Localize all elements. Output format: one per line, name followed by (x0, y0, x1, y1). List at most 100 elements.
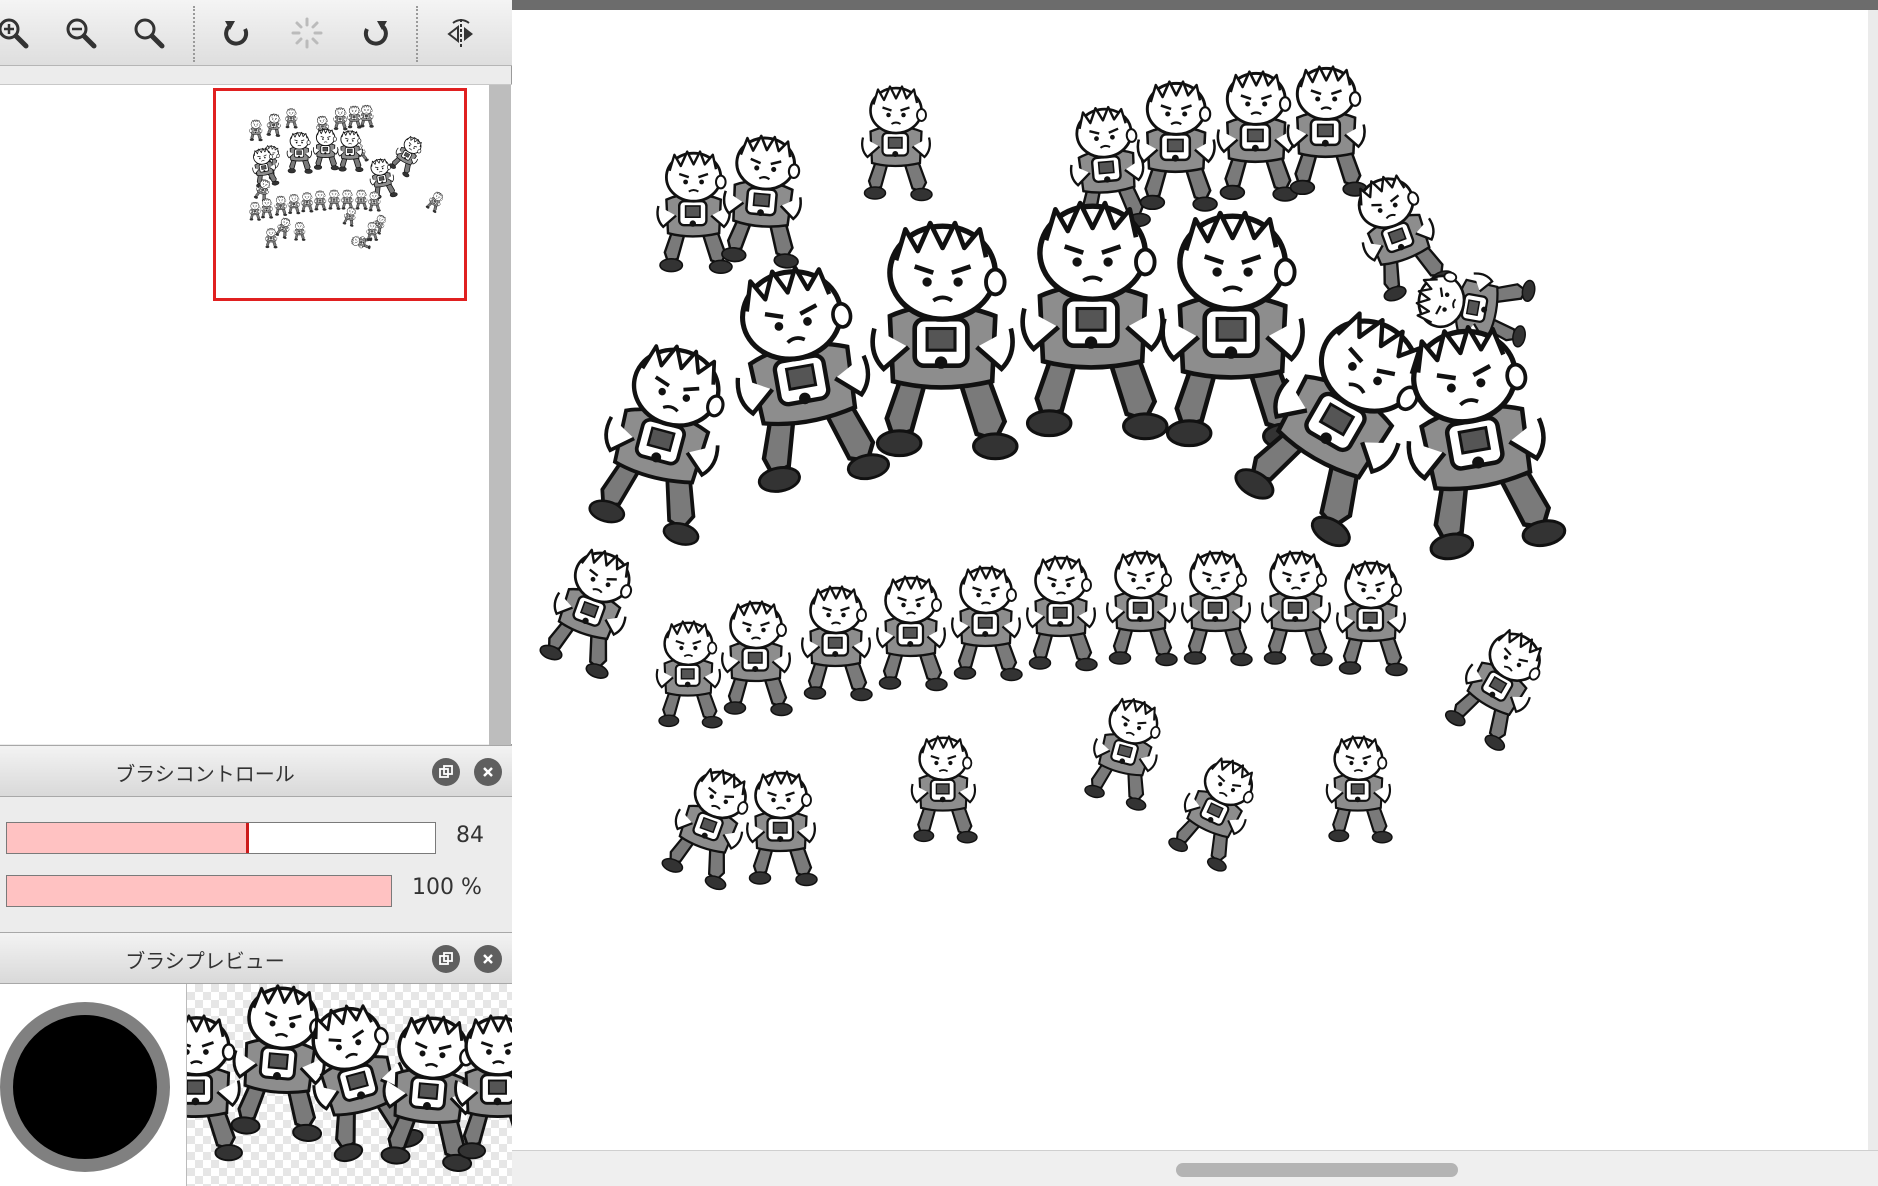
brush-opacity-fill (7, 876, 391, 906)
chibi-figure (1325, 735, 1394, 845)
chibi-figure (274, 216, 294, 240)
chibi-figure (720, 600, 794, 717)
rotate-right-button[interactable] (350, 8, 400, 58)
chibi-figure (1023, 203, 1167, 439)
chibi-figure (355, 189, 368, 210)
chibi-figure (655, 620, 724, 730)
brush-size-value: 84 (456, 823, 484, 848)
chibi-figure (264, 228, 278, 249)
chibi-figure (285, 108, 298, 129)
brush-preview-header: ブラシプレビュー (0, 932, 512, 984)
detach-window-icon (439, 952, 453, 965)
chibi-figure (873, 223, 1017, 459)
brush-tip-preview (0, 1002, 170, 1172)
navigator-view-rectangle[interactable] (213, 88, 467, 301)
chibi-figure (717, 131, 811, 271)
brush-preview-panel (0, 984, 512, 1186)
flip-horizontal-icon (447, 19, 473, 47)
brush-control-title: ブラシコントロール (115, 762, 295, 786)
chibi-figure (327, 189, 341, 210)
chibi-figure (1079, 691, 1173, 814)
brush-stroke-image (187, 984, 512, 1174)
brush-stroke-preview (186, 984, 512, 1186)
zoom-reset-button[interactable] (124, 8, 174, 58)
brush-preview-title: ブラシプレビュー (125, 949, 285, 973)
chibi-figure (386, 132, 428, 179)
brush-opacity-slider[interactable] (6, 875, 392, 907)
chibi-figure (359, 104, 374, 128)
chibi-figure (187, 1014, 244, 1162)
chibi-figure (347, 105, 362, 129)
chibi-figure (300, 192, 314, 213)
chibi-figure (260, 198, 274, 219)
chibi-figure (875, 575, 949, 692)
brush-size-marker[interactable] (245, 823, 249, 853)
chibi-figure (312, 128, 340, 171)
chibi-figure (1216, 70, 1299, 203)
toolbar-separator (193, 6, 195, 62)
left-sidebar: ブラシコントロール 84 100 % ブラシプレビュー (0, 0, 512, 1186)
magnifier-icon (134, 18, 165, 49)
chibi-figure (368, 191, 381, 212)
chibi-figure (225, 984, 336, 1144)
chibi-figure (1025, 555, 1099, 672)
brush-size-slider[interactable] (6, 822, 436, 854)
chibi-figure (341, 189, 354, 210)
brush-size-fill (7, 823, 247, 853)
chibi-figure (287, 193, 301, 215)
horizontal-scrollbar[interactable] (512, 1150, 1878, 1186)
chibi-figure (1260, 550, 1334, 667)
chibi-figure (313, 190, 327, 211)
zoom-out-button[interactable] (56, 8, 106, 58)
chibi-figure (1286, 65, 1369, 198)
chibi-figure (1163, 748, 1270, 875)
detach-panel-button[interactable] (432, 945, 460, 973)
close-panel-button[interactable] (474, 758, 502, 786)
navigator-panel[interactable] (0, 84, 512, 745)
rotate-left-button[interactable] (212, 8, 262, 58)
rotate-ccw-icon (224, 21, 249, 46)
rotate-cw-icon (363, 21, 388, 46)
chibi-figure (800, 585, 874, 702)
chibi-figure (1335, 560, 1409, 677)
drawing-canvas[interactable] (512, 10, 1868, 1150)
magnifier-minus-icon (66, 18, 97, 49)
brush-control-header: ブラシコントロール (0, 745, 512, 797)
detach-panel-button[interactable] (432, 758, 460, 786)
chibi-figure (265, 112, 283, 138)
vertical-scrollbar[interactable] (1868, 10, 1878, 1150)
chibi-figure (252, 177, 273, 203)
chibi-figure (1105, 550, 1179, 667)
close-panel-button[interactable] (474, 945, 502, 973)
zoom-in-button[interactable] (0, 8, 38, 58)
rotate-reset-button[interactable] (282, 8, 332, 58)
chibi-figure (583, 334, 745, 548)
chibi-figure (860, 85, 934, 202)
chibi-figure (1180, 550, 1254, 667)
chibi-figure (656, 150, 734, 275)
detach-window-icon (439, 765, 453, 778)
canvas-top-border (512, 0, 1878, 10)
close-icon (483, 767, 493, 777)
chibi-figure (1439, 618, 1560, 755)
chibi-figure (533, 539, 649, 683)
flip-horizontal-button[interactable] (436, 8, 486, 58)
canvas-artwork (533, 65, 1868, 894)
canvas-area[interactable] (512, 0, 1878, 1186)
close-icon (483, 954, 493, 964)
chibi-figure (424, 189, 446, 214)
chibi-figure (950, 565, 1024, 682)
chibi-figure (286, 131, 313, 174)
chibi-figure (1136, 80, 1219, 213)
magnifier-plus-icon (0, 18, 29, 49)
horizontal-scrollbar-thumb[interactable] (1176, 1163, 1458, 1177)
chibi-figure (249, 201, 261, 221)
chibi-figure (293, 221, 306, 241)
chibi-figure (910, 735, 979, 845)
brush-opacity-value: 100 % (412, 875, 482, 900)
navigator-scrollbar[interactable] (489, 85, 511, 745)
chibi-figure (745, 770, 819, 887)
chibi-figure (274, 195, 288, 217)
toolbar-separator (416, 6, 418, 62)
navigator-toolbar (0, 0, 512, 66)
